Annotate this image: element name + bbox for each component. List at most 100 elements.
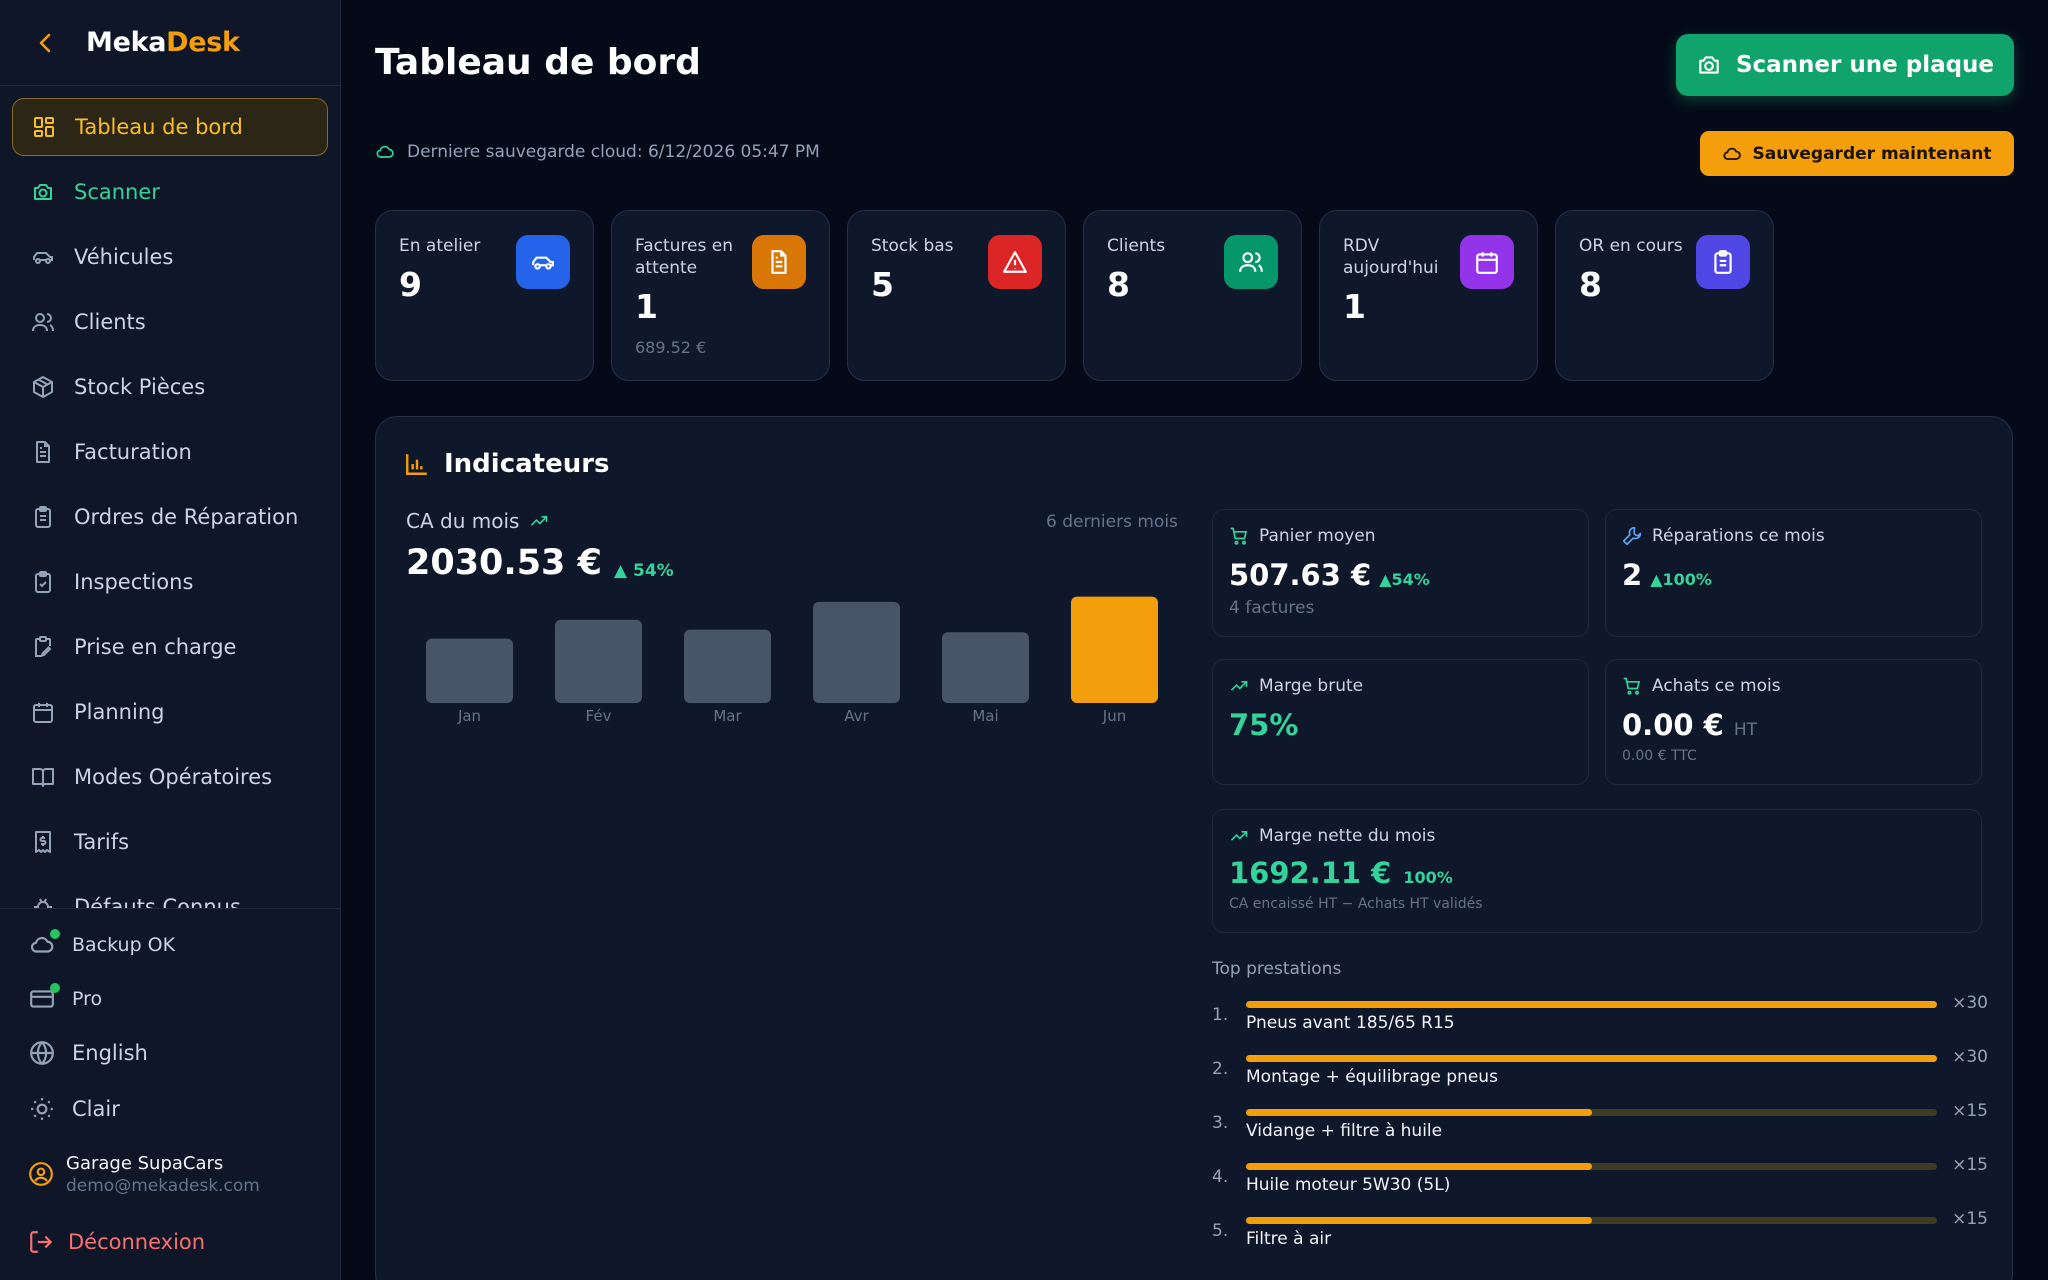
sidebar-item-label: Défauts Connus	[74, 895, 241, 908]
sidebar-item-clients[interactable]: Clients	[12, 293, 328, 351]
top-service-rank: 5.	[1212, 1221, 1229, 1241]
sidebar-item-modes-operatoires[interactable]: Modes Opératoires	[12, 748, 328, 806]
revenue-value: 2030.53 €	[406, 543, 602, 583]
kpi-label: Marge nette du mois	[1259, 826, 1436, 846]
trending-up-icon	[1229, 676, 1249, 696]
stat-label: RDV aujourd'hui	[1343, 236, 1439, 278]
plan-label: Pro	[72, 988, 103, 1010]
sidebar-header: MekaDesk	[0, 0, 340, 86]
sidebar-item-label: Ordres de Réparation	[74, 505, 299, 529]
top-service-row: 3. ×15 Vidange + filtre à huile	[1212, 1101, 1988, 1159]
sidebar-item-facturation[interactable]: Facturation	[12, 423, 328, 481]
sidebar: MekaDesk Tableau de bord Scanner Véhicul…	[0, 0, 341, 1280]
chart-bar-mai[interactable]	[942, 632, 1029, 703]
stat-value: 1	[635, 287, 658, 326]
sidebar-item-stock-pieces[interactable]: Stock Pièces	[12, 358, 328, 416]
sidebar-footer: Backup OK Pro English Clair Garage SupaC…	[0, 908, 340, 1280]
chart-bar-avr[interactable]	[813, 601, 900, 703]
indicators-panel: Indicateurs CA du mois 6 derniers mois 2…	[375, 416, 2013, 1280]
revenue-label-text: CA du mois	[406, 509, 520, 533]
main-content: Tableau de bord Scanner une plaque Derni…	[341, 0, 2048, 1280]
trending-up-icon	[1229, 826, 1249, 846]
calendar-icon	[30, 699, 56, 725]
kpi-label: Achats ce mois	[1652, 676, 1781, 696]
sidebar-item-vehicules[interactable]: Véhicules	[12, 228, 328, 286]
trending-up-icon	[529, 511, 549, 531]
logout-button[interactable]: Déconnexion	[28, 1229, 205, 1255]
kpi-note: 0.00 € TTC	[1622, 748, 1697, 764]
top-service-bar-fill	[1246, 1055, 1937, 1062]
sidebar-item-planning[interactable]: Planning	[12, 683, 328, 741]
bug-icon	[30, 894, 56, 908]
credit-card-icon	[28, 983, 60, 1013]
clipboard-check-icon	[30, 569, 56, 595]
collapse-sidebar-icon[interactable]	[34, 32, 56, 54]
save-now-label: Sauvegarder maintenant	[1752, 143, 1992, 164]
language-toggle[interactable]: English	[28, 1039, 148, 1067]
cloud-icon	[1722, 144, 1742, 164]
sidebar-item-label: Prise en charge	[74, 635, 237, 659]
book-icon	[30, 764, 56, 790]
users-icon	[30, 309, 56, 335]
user-email: demo@mekadesk.com	[66, 1176, 260, 1196]
sidebar-item-tarifs[interactable]: Tarifs	[12, 813, 328, 871]
top-service-bar	[1246, 1217, 1937, 1224]
user-profile[interactable]: Garage SupaCars demo@mekadesk.com	[28, 1153, 260, 1196]
chart-bar-fév[interactable]	[555, 619, 642, 703]
stat-card-factures-en-attente[interactable]: Factures en attente 1 689.52 €	[611, 210, 830, 381]
chart-bar-jun[interactable]	[1071, 596, 1158, 703]
chart-tick-label: Fév	[586, 707, 612, 725]
kpi-value: 507.63 €	[1229, 558, 1372, 592]
chart-tick-label: Jun	[1102, 707, 1126, 725]
kpi-value: 1692.11 €	[1229, 856, 1392, 890]
cloud-save-text: Derniere sauvegarde cloud: 6/12/2026 05:…	[407, 142, 820, 162]
stat-card-rdv-aujourdhui[interactable]: RDV aujourd'hui 1	[1319, 210, 1538, 381]
sidebar-item-label: Inspections	[74, 570, 194, 594]
plan-status[interactable]: Pro	[28, 983, 103, 1013]
sidebar-item-prise-en-charge[interactable]: Prise en charge	[12, 618, 328, 676]
stat-card-en-atelier[interactable]: En atelier 9	[375, 210, 594, 381]
indicators-title-text: Indicateurs	[444, 449, 610, 479]
sidebar-item-scanner[interactable]: Scanner	[12, 163, 328, 221]
kpi-note: 4 factures	[1229, 598, 1315, 618]
box-icon	[30, 374, 56, 400]
clipboard-icon	[30, 504, 56, 530]
save-now-button[interactable]: Sauvegarder maintenant	[1700, 131, 2014, 176]
sidebar-item-tableau-de-bord[interactable]: Tableau de bord	[12, 98, 328, 156]
top-service-name: Vidange + filtre à huile	[1246, 1121, 1443, 1141]
dashboard-icon	[31, 114, 57, 140]
top-service-count: ×30	[1952, 993, 1988, 1013]
stat-card-stock-bas[interactable]: Stock bas 5	[847, 210, 1066, 381]
top-service-row: 4. ×15 Huile moteur 5W30 (5L)	[1212, 1155, 1988, 1213]
sidebar-item-inspections[interactable]: Inspections	[12, 553, 328, 611]
calendar-icon	[1460, 235, 1514, 289]
sidebar-item-label: Modes Opératoires	[74, 765, 273, 789]
scan-plate-button[interactable]: Scanner une plaque	[1676, 34, 2014, 96]
top-service-rank: 1.	[1212, 1005, 1229, 1025]
logout-icon	[28, 1229, 56, 1255]
clipboard-pen-icon	[30, 634, 56, 660]
top-services-title: Top prestations	[1212, 959, 1342, 979]
stat-subvalue: 689.52 €	[635, 338, 707, 357]
top-service-bar-fill	[1246, 1001, 1937, 1008]
page-title: Tableau de bord	[375, 42, 701, 83]
sidebar-item-ordres-de-reparation[interactable]: Ordres de Réparation	[12, 488, 328, 546]
top-service-bar	[1246, 1163, 1937, 1170]
file-icon	[30, 439, 56, 465]
sidebar-item-defauts-connus[interactable]: Défauts Connus	[12, 878, 328, 908]
cloud-save-status: Derniere sauvegarde cloud: 6/12/2026 05:…	[375, 142, 820, 162]
chart-tick-label: Mar	[713, 707, 742, 725]
chart-bar-mar[interactable]	[684, 629, 771, 703]
receipt-icon	[30, 829, 56, 855]
indicators-title: Indicateurs	[404, 449, 610, 479]
chart-tick-label: Jan	[457, 707, 481, 725]
chart-bar-jan[interactable]	[426, 638, 513, 703]
stat-label: Stock bas	[871, 236, 954, 256]
sidebar-item-label: Facturation	[74, 440, 192, 464]
stat-card-clients[interactable]: Clients 8	[1083, 210, 1302, 381]
camera-icon	[1696, 52, 1722, 78]
theme-toggle[interactable]: Clair	[28, 1095, 120, 1123]
kpi-value: 0.00 €	[1622, 708, 1724, 742]
stat-card-or-en-cours[interactable]: OR en cours 8	[1555, 210, 1774, 381]
backup-status[interactable]: Backup OK	[28, 929, 175, 959]
